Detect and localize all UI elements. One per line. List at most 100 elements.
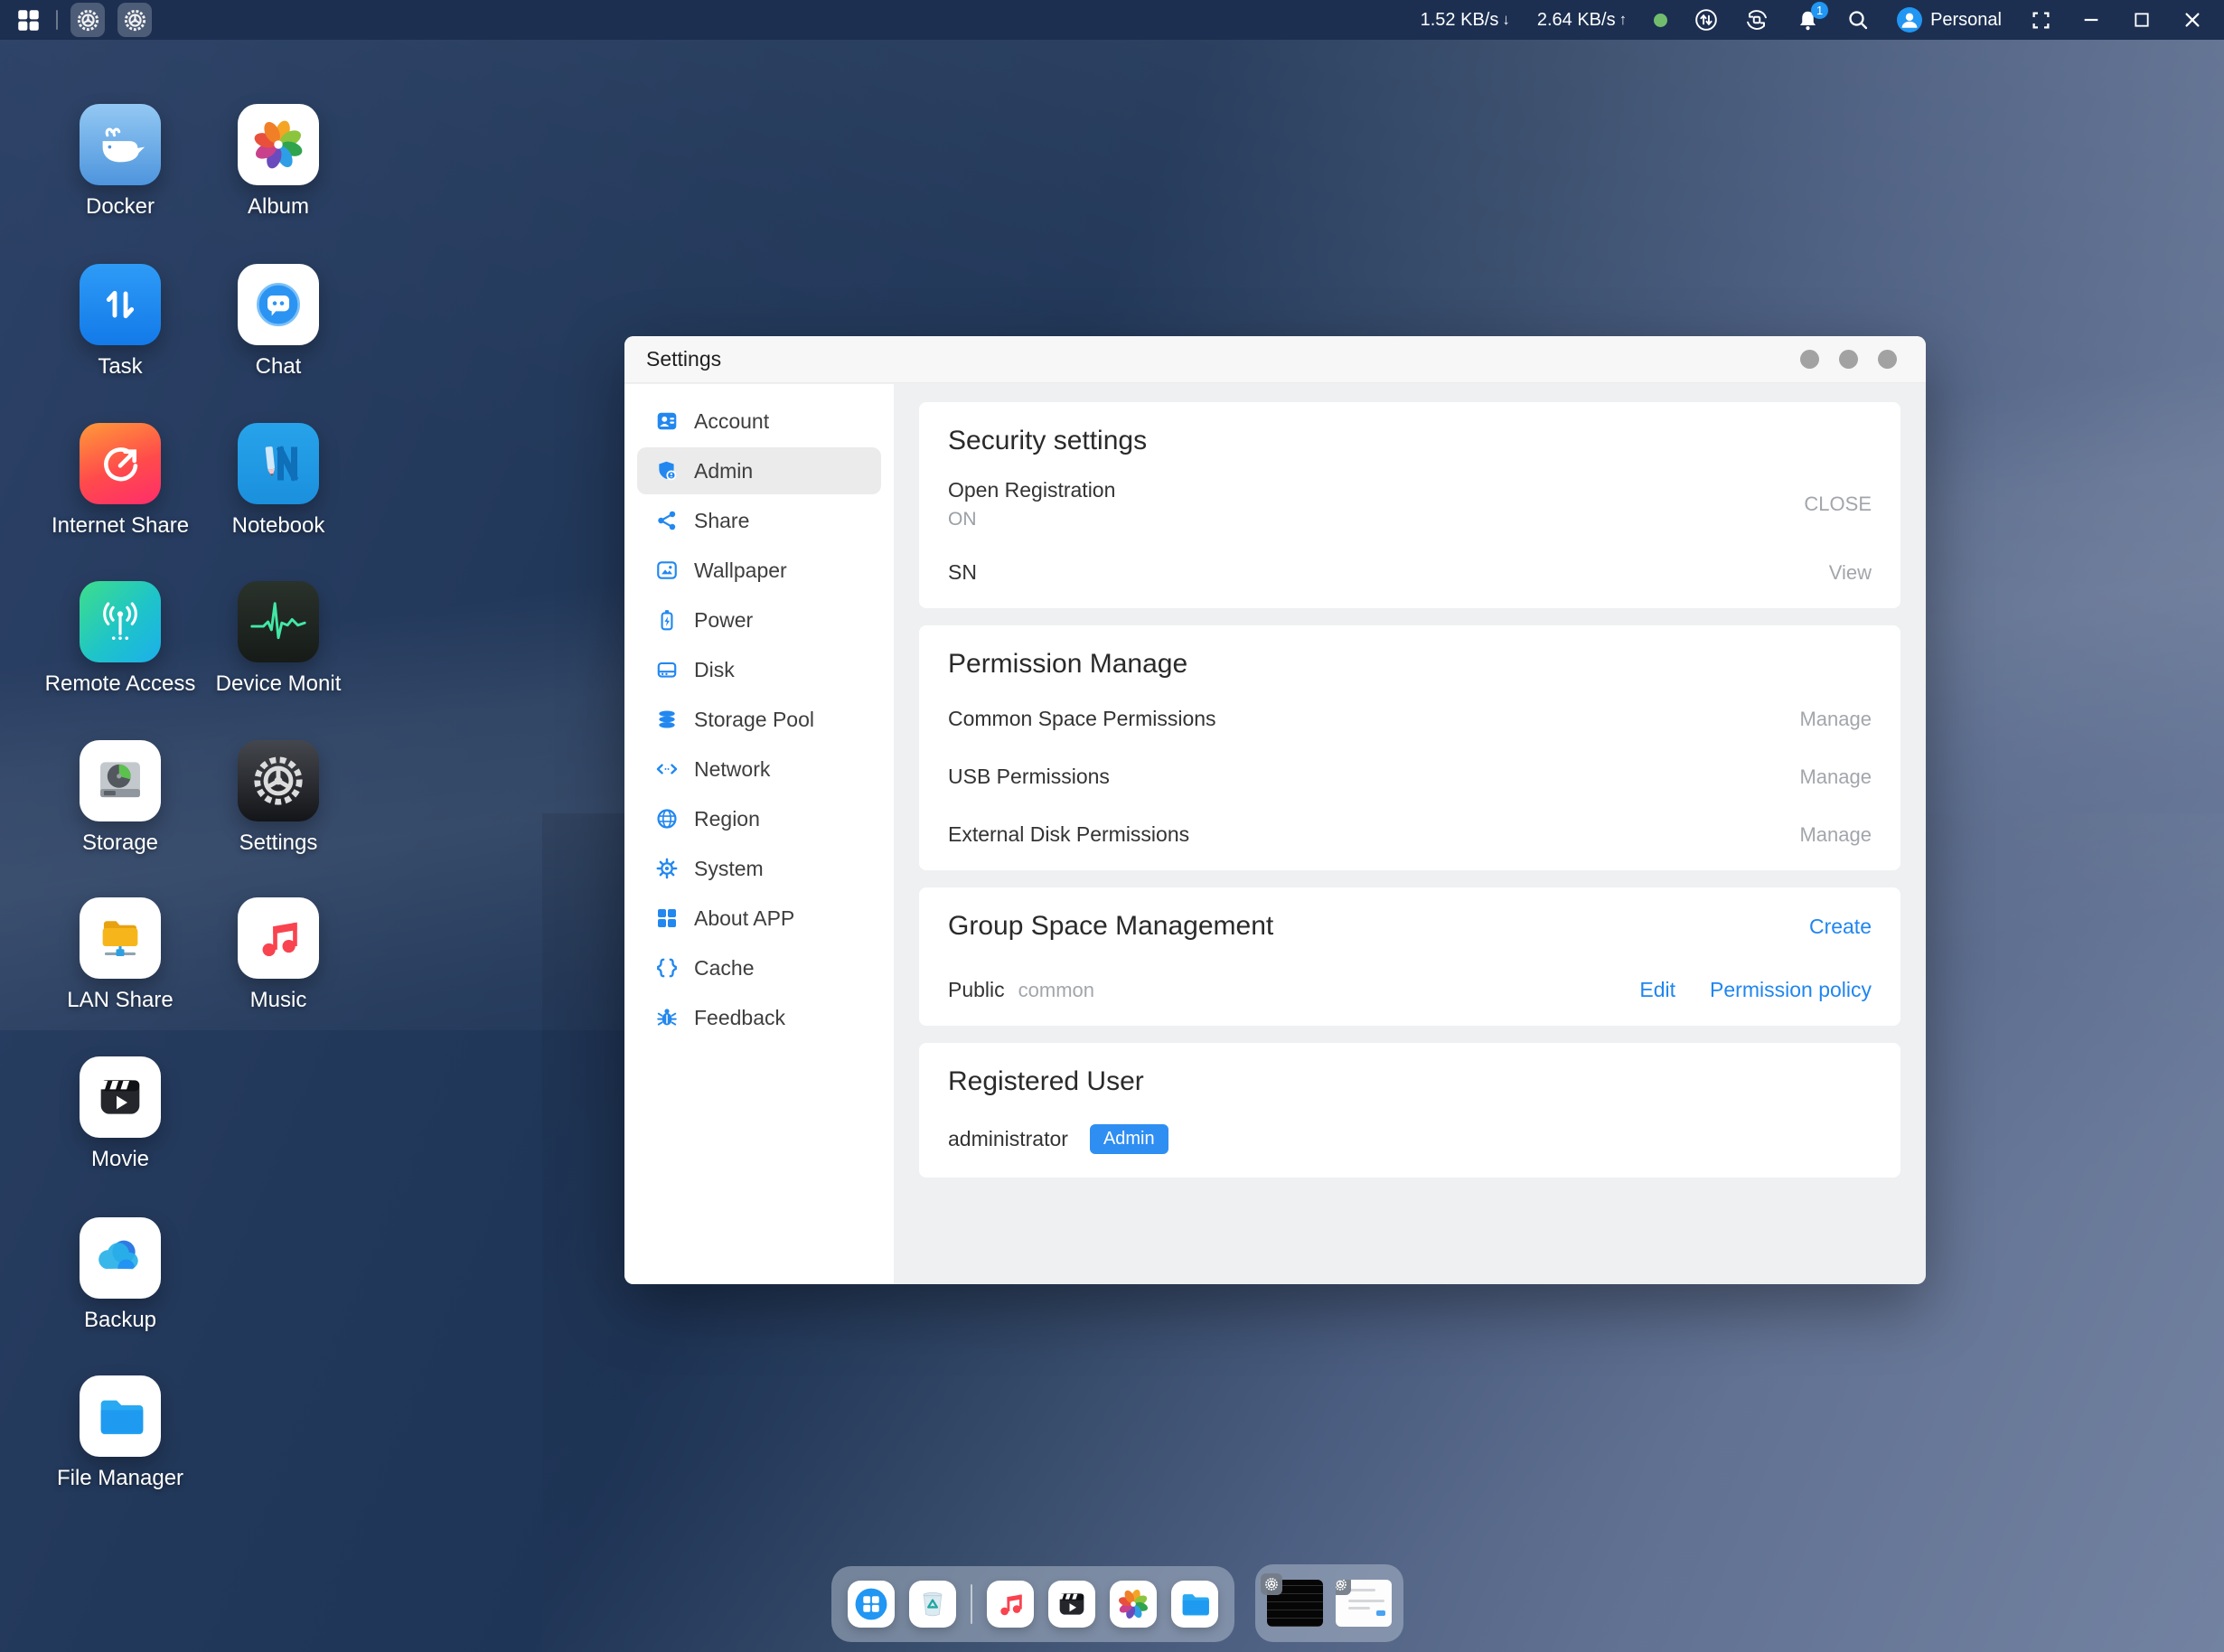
sidebar-item-storage-pool[interactable]: Storage Pool [637, 696, 881, 743]
external-disk-permissions-row: External Disk Permissions Manage [948, 822, 1872, 847]
down-arrow-icon: ↓ [1502, 11, 1510, 29]
window-preview-settings-light[interactable] [1336, 1580, 1392, 1627]
chat-bubble-icon [238, 264, 319, 345]
sidebar-item-wallpaper[interactable]: Wallpaper [637, 547, 881, 594]
album-flower-icon [238, 104, 319, 185]
bug-icon [654, 1006, 679, 1030]
app-launcher-button[interactable] [13, 5, 43, 35]
open-registration-row: Open Registration ON CLOSE [948, 478, 1872, 530]
sidebar-item-disk[interactable]: Disk [637, 646, 881, 693]
admin-shield-icon [654, 459, 679, 483]
fullscreen-button[interactable] [2029, 8, 2052, 32]
running-app-settings-2[interactable] [117, 3, 152, 37]
permission-policy-link[interactable]: Permission policy [1710, 978, 1872, 1002]
desktop-icon-task[interactable]: Task [52, 264, 188, 380]
permission-manage-card: Permission Manage Common Space Permissio… [919, 625, 1900, 870]
share-circle-arrow-icon [80, 423, 161, 504]
sidebar-item-about-app[interactable]: About APP [637, 895, 881, 942]
notebook-pencil-icon [238, 423, 319, 504]
create-group-link[interactable]: Create [1809, 915, 1872, 939]
manage-action[interactable]: Manage [1799, 823, 1872, 847]
sidebar-label: Admin [694, 459, 753, 483]
gear-wheel-icon [238, 740, 319, 821]
sidebar-item-account[interactable]: Account [637, 398, 881, 445]
desktop-icon-storage[interactable]: Storage [52, 740, 188, 856]
dock-item-album[interactable] [1110, 1581, 1157, 1628]
username: administrator [948, 1127, 1068, 1151]
dock [831, 1566, 1234, 1642]
account-label: Personal [1930, 10, 2002, 31]
maximize-button[interactable] [2130, 8, 2154, 32]
system-gear-icon [654, 857, 679, 881]
dock-item-music[interactable] [987, 1581, 1034, 1628]
avatar [1897, 7, 1922, 33]
window-minimize-dot[interactable] [1800, 350, 1819, 369]
desktop-icon-settings[interactable]: Settings [211, 740, 346, 856]
dock-item-recycle-bin[interactable] [909, 1581, 956, 1628]
edit-group-link[interactable]: Edit [1639, 978, 1675, 1002]
desktop-icon-file-manager[interactable]: File Manager [52, 1375, 188, 1491]
window-close-dot[interactable] [1878, 350, 1897, 369]
desktop-icon-docker[interactable]: Docker [52, 104, 188, 220]
screen-record-icon[interactable] [1745, 8, 1769, 32]
sidebar-item-share[interactable]: Share [637, 497, 881, 544]
dock-item-movie[interactable] [1048, 1581, 1095, 1628]
desktop-icon-device-monit[interactable]: Device Monit [211, 581, 346, 697]
sidebar-item-admin[interactable]: Admin [637, 447, 881, 494]
sidebar-item-region[interactable]: Region [637, 795, 881, 842]
close-button[interactable] [2181, 8, 2204, 32]
desktop-icon-album[interactable]: Album [211, 104, 346, 220]
desktop-icon-internet-share[interactable]: Internet Share [52, 423, 188, 539]
sidebar-item-power[interactable]: Power [637, 596, 881, 643]
download-speed: 1.52 KB/s↓ [1421, 10, 1510, 31]
row-label: SN [948, 560, 977, 585]
sidebar-label: Feedback [694, 1006, 785, 1030]
clapperboard-icon [80, 1056, 161, 1138]
settings-gear-badge-icon [1261, 1573, 1282, 1595]
notification-bell-icon[interactable]: 1 [1796, 8, 1819, 32]
status-dot-icon[interactable] [1654, 14, 1667, 27]
search-icon[interactable] [1846, 8, 1870, 32]
sidebar-label: Region [694, 807, 760, 831]
desktop-icon-movie[interactable]: Movie [52, 1056, 188, 1172]
row-label: Open Registration [948, 478, 1115, 502]
desktop-icon-lan-share[interactable]: LAN Share [52, 897, 188, 1013]
sidebar-item-feedback[interactable]: Feedback [637, 994, 881, 1041]
braces-icon [654, 956, 679, 981]
running-app-settings-1[interactable] [70, 3, 105, 37]
sn-row: SN View [948, 560, 1872, 585]
view-sn-action[interactable]: View [1829, 561, 1872, 585]
registered-user-row: administrator Admin [948, 1124, 1872, 1154]
desktop-icon-music[interactable]: Music [211, 897, 346, 1013]
desktop-icon-notebook[interactable]: Notebook [211, 423, 346, 539]
sidebar-item-network[interactable]: Network [637, 746, 881, 793]
dock-item-launcher[interactable] [848, 1581, 895, 1628]
network-folder-icon [80, 897, 161, 979]
notification-badge: 1 [1811, 2, 1828, 19]
close-registration-action[interactable]: CLOSE [1804, 493, 1872, 516]
sidebar-label: Share [694, 509, 749, 533]
docker-whale-icon [80, 104, 161, 185]
sidebar-item-system[interactable]: System [637, 845, 881, 892]
storage-pool-icon [654, 708, 679, 732]
desktop-icon-remote-access[interactable]: Remote Access [52, 581, 188, 697]
common-space-permissions-row: Common Space Permissions Manage [948, 707, 1872, 731]
window-titlebar[interactable]: Settings [624, 336, 1926, 383]
sidebar-item-cache[interactable]: Cache [637, 944, 881, 991]
settings-window: Settings Account [624, 336, 1926, 1284]
network-icon [654, 757, 679, 782]
task-arrows-icon [80, 264, 161, 345]
account-menu[interactable]: Personal [1897, 7, 2002, 33]
group-space-card: Group Space Management Create Public com… [919, 887, 1900, 1026]
dock-item-file-manager[interactable] [1171, 1581, 1218, 1628]
manage-action[interactable]: Manage [1799, 765, 1872, 789]
minimize-button[interactable] [2079, 8, 2103, 32]
window-maximize-dot[interactable] [1839, 350, 1858, 369]
window-preview-settings-dark[interactable] [1267, 1580, 1323, 1627]
taskbar-divider [56, 10, 58, 30]
manage-action[interactable]: Manage [1799, 708, 1872, 731]
wallpaper-icon [654, 558, 679, 583]
transfer-monitor-icon[interactable] [1694, 8, 1718, 32]
desktop-icon-backup[interactable]: Backup [52, 1217, 188, 1333]
desktop-icon-chat[interactable]: Chat [211, 264, 346, 380]
